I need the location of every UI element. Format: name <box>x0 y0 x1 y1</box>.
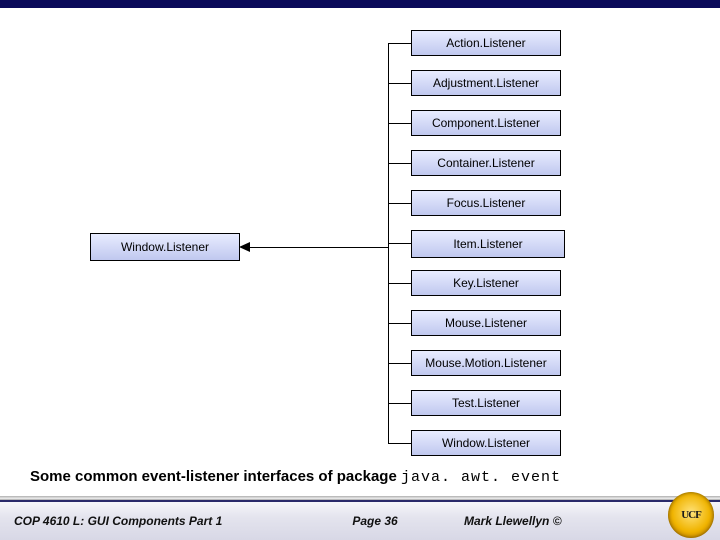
listener-box-mouse: Mouse.Listener <box>411 310 561 336</box>
listener-box-key: Key.Listener <box>411 270 561 296</box>
listener-box-window-left: Window.Listener <box>90 233 240 261</box>
tick <box>388 163 411 164</box>
listener-box-item: Item.Listener <box>411 230 565 258</box>
ucf-logo-icon: UCF <box>668 492 714 538</box>
caption-package: java. awt. event <box>401 469 561 486</box>
tick <box>388 443 411 444</box>
slide-container: Window.Listener Action.Listener Adjustme… <box>0 0 720 540</box>
diagram-area: Window.Listener Action.Listener Adjustme… <box>0 8 720 458</box>
listener-box-container: Container.Listener <box>411 150 561 176</box>
listener-box-window: Window.Listener <box>411 430 561 456</box>
listener-box-adjustment: Adjustment.Listener <box>411 70 561 96</box>
tick <box>388 323 411 324</box>
footer-bar: COP 4610 L: GUI Components Part 1 Page 3… <box>0 500 720 540</box>
caption-main: Some common event-listener interfaces of… <box>30 468 401 485</box>
arrow-head-icon <box>239 242 250 252</box>
tick <box>388 283 411 284</box>
footer-page: Page 36 <box>300 514 450 528</box>
caption-text: Some common event-listener interfaces of… <box>30 468 690 486</box>
listener-box-action: Action.Listener <box>411 30 561 56</box>
arrow-line <box>249 247 389 248</box>
tick <box>388 363 411 364</box>
tick <box>388 123 411 124</box>
tick <box>388 403 411 404</box>
tick <box>388 43 411 44</box>
tick <box>388 203 411 204</box>
listener-box-focus: Focus.Listener <box>411 190 561 216</box>
listener-box-test: Test.Listener <box>411 390 561 416</box>
footer-separator <box>0 496 720 500</box>
footer-author: Mark Llewellyn © <box>450 514 650 528</box>
tick <box>388 83 411 84</box>
logo-text: UCF <box>681 509 701 521</box>
footer-course: COP 4610 L: GUI Components Part 1 <box>0 514 300 528</box>
listener-box-component: Component.Listener <box>411 110 561 136</box>
listener-box-mousemotion: Mouse.Motion.Listener <box>411 350 561 376</box>
tick <box>388 243 411 244</box>
